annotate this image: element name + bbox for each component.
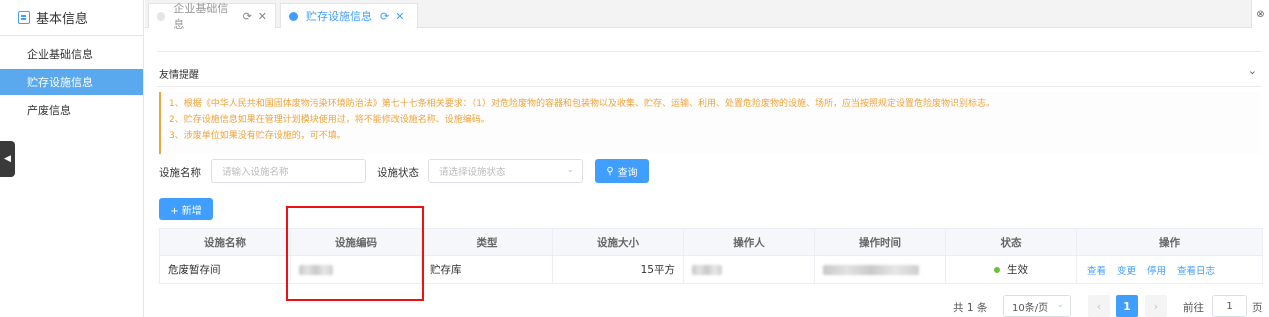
facility-type-cell: 贮存库 [422,256,553,283]
page-size-value: 10条/页 [1012,302,1049,314]
close-icon[interactable]: ✕ [395,10,404,23]
column-header: 操作人 [684,229,815,255]
select-placeholder: 请选择设施状态 [439,167,506,178]
facility-size-cell: 15平方 [553,256,684,283]
table-row: 危废暂存间 贮存库 15平方 生效 查看 变更 停用 查看日志 [160,256,1262,283]
search-icon: ⚲ [606,165,614,177]
change-link[interactable]: 变更 [1117,263,1136,277]
status-cell: 生效 [946,256,1077,283]
refresh-icon[interactable]: ⟳ [380,10,389,23]
facility-status-select[interactable]: 请选择设施状态 ⌄ [428,159,583,183]
notice-line: 3、涉废单位如果没有贮存设施的，可不填。 [169,131,346,141]
document-icon [18,11,30,24]
tab-bar: 企业基础信息 ⟳ ✕ 贮存设施信息 ⟳ ✕ ⊗ [145,0,1269,31]
operate-time-cell [815,256,946,283]
query-button-label: 查询 [617,167,638,179]
sidebar-item-label: 贮存设施信息 [27,76,93,89]
sidebar-item-storage-facility[interactable]: 贮存设施信息 [0,69,143,95]
sidebar-item-enterprise-info[interactable]: 企业基础信息 [0,41,143,67]
notice-line: 1、根据《中华人民共和国固体废物污染环境防治法》第七十七条相关要求：（1）对危险… [169,99,995,109]
divider [157,51,1261,52]
facility-name-label: 设施名称 [159,167,201,179]
tab-dot-icon [157,11,166,21]
goto-label: 前往 [1183,302,1204,314]
divider [157,86,1261,87]
add-button[interactable]: + 新增 [159,198,213,220]
main-content: 友情提醒 ⌄ 1、根据《中华人民共和国固体废物污染环境防治法》第七十七条相关要求… [145,28,1269,317]
chevron-right-icon: › [1153,299,1159,313]
column-header: 操作时间 [815,229,946,255]
chevron-left-icon: ‹ [1096,299,1102,313]
query-button[interactable]: ⚲ 查询 [595,159,649,183]
sidebar-menu: 企业基础信息 贮存设施信息 产废信息 [0,36,143,123]
refresh-icon[interactable]: ⟳ [243,10,252,23]
column-header: 设施编码 [291,229,422,255]
column-header: 设施大小 [553,229,684,255]
tab-dot-icon [289,11,298,21]
redacted-time [823,264,919,275]
column-header: 状态 [946,229,1077,255]
facility-name-cell: 危废暂存间 [160,256,291,283]
page-suffix: 页 [1252,302,1263,314]
goto-page-input[interactable]: 1 [1212,295,1247,317]
app-root: 基本信息 企业基础信息 贮存设施信息 产废信息 ◀ 企业基础信息 ⟳ ✕ 贮存设… [0,0,1269,317]
sidebar-collapse-button[interactable]: ◀ [0,141,15,177]
status-text: 生效 [1007,264,1028,276]
facility-status-label: 设施状态 [377,167,419,179]
page-size-select[interactable]: 10条/页 ⌄ [1003,295,1071,317]
disable-link[interactable]: 停用 [1147,263,1166,277]
tab-storage-facility[interactable]: 贮存设施信息 ⟳ ✕ [280,3,418,28]
chevron-down-icon[interactable]: ⌄ [1248,64,1257,77]
chevron-down-icon: ⌄ [1056,300,1064,310]
tab-label: 贮存设施信息 [306,10,372,23]
facility-table: 设施名称 设施编码 类型 设施大小 操作人 操作时间 状态 操作 危废暂存间 贮… [159,228,1263,284]
sidebar-item-waste-info[interactable]: 产废信息 [0,97,143,123]
column-header: 设施名称 [160,229,291,255]
close-icon[interactable]: ✕ [258,10,267,23]
column-header: 操作 [1077,229,1262,255]
caret-left-icon: ◀ [4,154,11,164]
operator-cell [684,256,815,283]
close-all-tabs-button[interactable]: ⊗ [1251,0,1269,28]
prev-page-button[interactable]: ‹ [1088,295,1110,317]
sidebar-item-label: 产废信息 [27,104,71,117]
table-header-row: 设施名称 设施编码 类型 设施大小 操作人 操作时间 状态 操作 [160,229,1262,256]
pagination-total: 共 1 条 [953,302,988,314]
chevron-down-icon: ⌄ [566,165,574,175]
status-dot-icon [994,266,1000,273]
sidebar-item-label: 企业基础信息 [27,48,93,61]
next-page-button[interactable]: › [1145,295,1167,317]
sidebar-header: 基本信息 [0,0,143,36]
facility-code-cell [291,256,422,283]
notice-line: 2、贮存设施信息如果在管理计划模块使用过，将不能修改设施名称、设施编码。 [169,115,490,125]
notice-box: 1、根据《中华人民共和国固体废物污染环境防治法》第七十七条相关要求：（1）对危险… [159,92,1261,154]
view-link[interactable]: 查看 [1087,263,1106,277]
tab-enterprise-info[interactable]: 企业基础信息 ⟳ ✕ [148,2,276,31]
view-log-link[interactable]: 查看日志 [1177,263,1215,277]
page-number-button[interactable]: 1 [1116,295,1138,317]
redacted-code [299,264,333,275]
sidebar-title: 基本信息 [36,12,89,27]
notice-title: 友情提醒 [159,70,199,81]
column-header: 类型 [422,229,553,255]
sidebar: 基本信息 企业基础信息 贮存设施信息 产废信息 [0,0,144,317]
facility-name-input[interactable]: 请输入设施名称 [211,159,366,183]
close-circle-icon: ⊗ [1256,8,1265,20]
redacted-operator [692,264,722,275]
actions-cell: 查看 变更 停用 查看日志 [1077,256,1262,283]
